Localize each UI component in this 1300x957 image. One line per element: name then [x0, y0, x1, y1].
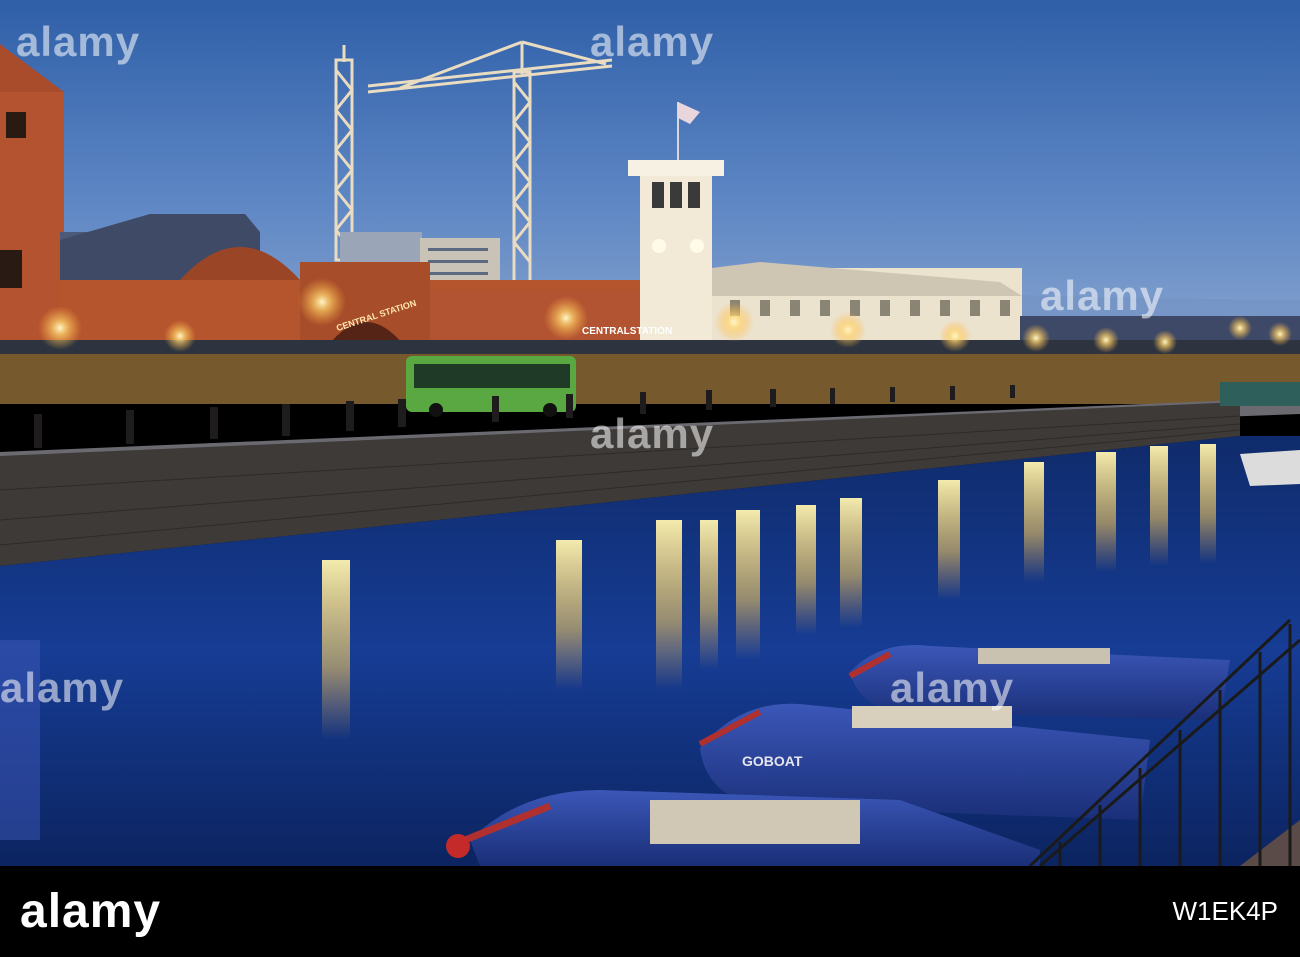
station-sign: CENTRALSTATION: [582, 326, 672, 337]
photo-scene: CENTRALSTATION CENTRAL STATION GOBOAT: [0, 0, 1300, 866]
image-id: W1EK4P: [1172, 896, 1279, 926]
green-bus: [406, 356, 576, 417]
boat-name: GOBOAT: [742, 753, 803, 769]
photo-canvas: CENTRALSTATION CENTRAL STATION GOBOAT al…: [0, 0, 1300, 957]
footer-strip: alamy W1EK4P: [0, 866, 1300, 957]
alamy-logo: alamy: [20, 885, 162, 938]
